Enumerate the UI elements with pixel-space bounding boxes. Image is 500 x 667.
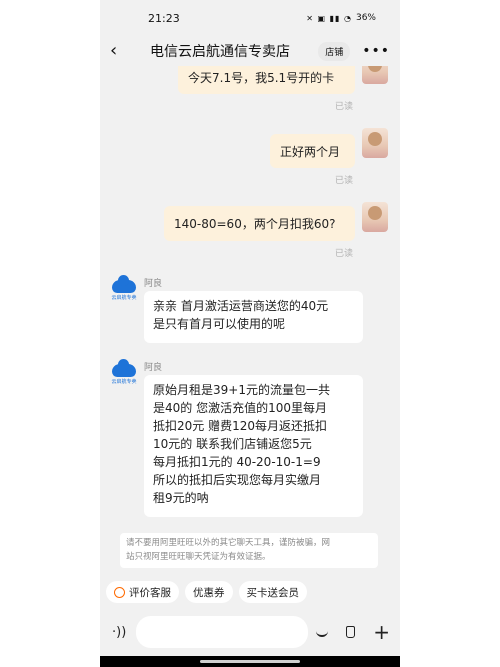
cloud-logo-icon	[112, 359, 136, 377]
outgoing-message[interactable]: 今天7.1号，我5.1号开的卡	[178, 66, 355, 94]
chip-label: 买卡送会员	[246, 586, 300, 599]
page-title: 电信云启航通信专卖店	[150, 44, 290, 60]
chat-area[interactable]: 今天7.1号，我5.1号开的卡 已读 正好两个月 已读 140-80=60，两个…	[100, 66, 400, 538]
membership-offer-button[interactable]: 买卡送会员	[238, 581, 307, 603]
message-line: 原始月租是39+1元的流量包一共	[153, 383, 330, 397]
safety-notice: 请不要用阿里旺旺以外的其它聊天工具，谨防被骗，网 站只视阿里旺旺聊天凭证为有效证…	[120, 533, 378, 568]
notice-line: 请不要用阿里旺旺以外的其它聊天工具，谨防被骗，网	[126, 538, 331, 548]
message-text: 今天7.1号，我5.1号开的卡	[188, 70, 335, 85]
status-time: 21:23	[148, 11, 180, 25]
voice-icon[interactable]: ·))	[110, 625, 128, 640]
notice-line: 站只视阿里旺旺聊天凭证为有效证据。	[126, 552, 271, 562]
user-avatar[interactable]	[362, 66, 388, 84]
shop-button[interactable]: 店铺	[318, 41, 351, 61]
plus-icon[interactable]: +	[373, 622, 390, 642]
message-line: 是只有首月可以使用的呢	[153, 317, 286, 331]
read-status: 已读	[335, 102, 354, 112]
input-bar: ·)) +	[100, 610, 400, 654]
read-status: 已读	[335, 249, 354, 259]
message-line: 10元的 联系我们店铺返您5元	[153, 437, 312, 451]
incoming-message[interactable]: 亲亲 首月激活运营商送您的40元 是只有首月可以使用的呢	[144, 291, 363, 343]
message-text: 正好两个月	[280, 144, 341, 159]
avatar-caption: 云启航专卖	[111, 379, 137, 385]
battery-level: 36%	[355, 13, 376, 23]
message-line: 亲亲 首月激活运营商送您的40元	[153, 299, 329, 313]
message-line: 是40的 您激活充值的100里每月	[153, 401, 327, 415]
user-avatar[interactable]	[362, 128, 388, 158]
read-status: 已读	[335, 176, 354, 186]
shop-avatar[interactable]: 云启航专卖	[110, 359, 138, 388]
sender-name: 阿良	[144, 279, 163, 289]
cloud-logo-icon	[112, 275, 136, 293]
chip-label: 优惠券	[193, 586, 225, 599]
coupon-button[interactable]: 优惠券	[185, 581, 233, 603]
message-line: 抵扣20元 赠费120每月返还抵扣	[153, 419, 327, 433]
quick-actions: 评价客服 优惠券 买卡送会员	[100, 578, 400, 606]
smile-icon	[114, 586, 125, 598]
back-icon[interactable]: ‹	[110, 42, 132, 60]
rate-service-button[interactable]: 评价客服	[106, 581, 179, 603]
emoji-icon[interactable]	[316, 627, 329, 637]
user-avatar[interactable]	[362, 202, 388, 232]
home-indicator[interactable]	[100, 656, 400, 667]
status-indicators: ✕ ▣ ▮▮ ◔ 36%	[306, 13, 376, 23]
outgoing-message[interactable]: 正好两个月	[270, 134, 355, 168]
message-text: 140-80=60，两个月扣我60?	[174, 217, 336, 231]
incoming-message[interactable]: 原始月租是39+1元的流量包一共 是40的 您激活充值的100里每月 抵扣20元…	[144, 375, 363, 517]
sender-name: 阿良	[144, 363, 163, 373]
message-input[interactable]	[136, 616, 309, 648]
status-bar: 21:23 ✕ ▣ ▮▮ ◔ 36%	[100, 0, 400, 36]
outgoing-message[interactable]: 140-80=60，两个月扣我60?	[164, 206, 355, 241]
message-line: 每月抵扣1元的 40-20-10-1=9	[153, 455, 321, 469]
shop-avatar[interactable]: 云启航专卖	[110, 275, 138, 304]
message-line: 租9元的呐	[153, 491, 209, 505]
status-icons: ✕ ▣ ▮▮ ◔	[306, 13, 352, 23]
chat-header: ‹ 电信云启航通信专卖店 店铺 •••	[100, 36, 400, 66]
more-icon[interactable]: •••	[362, 43, 390, 59]
shopping-bag-icon[interactable]	[346, 626, 356, 638]
avatar-caption: 云启航专卖	[111, 295, 137, 301]
message-line: 所以的抵扣后实现您每月实缴月	[153, 473, 322, 487]
phone-screen: 21:23 ✕ ▣ ▮▮ ◔ 36% ‹ 电信云启航通信专卖店 店铺 ••• 今…	[100, 0, 400, 667]
chip-label: 评价客服	[129, 586, 171, 599]
